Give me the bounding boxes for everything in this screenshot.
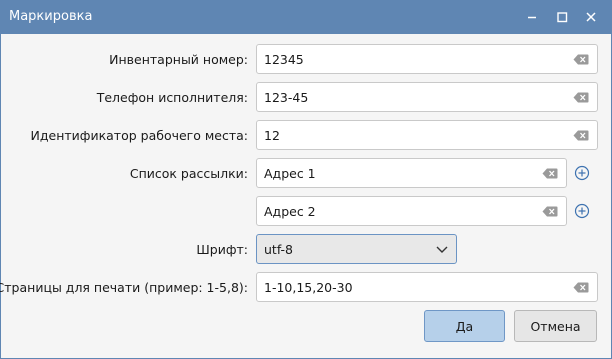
phone-label: Телефон исполнителя: [96, 90, 248, 105]
print-pages-label: Страницы для печати (пример: 1-5,8): [0, 280, 248, 295]
clear-icon[interactable] [542, 168, 558, 179]
title-bar[interactable]: Маркировка [1, 1, 611, 34]
font-select-value: utf-8 [264, 242, 294, 257]
print-pages-value[interactable]: 1-10,15,20-30 [264, 280, 353, 295]
clear-icon[interactable] [542, 206, 558, 217]
workplace-id-field[interactable]: 12 [256, 120, 598, 150]
minimize-button[interactable] [522, 7, 542, 27]
workplace-id-value[interactable]: 12 [264, 128, 280, 143]
mailing-list-label: Список рассылки: [129, 166, 248, 181]
print-pages-field[interactable]: 1-10,15,20-30 [256, 272, 598, 302]
mailing-address-field[interactable]: Адрес 1 [256, 158, 567, 188]
ok-button[interactable]: Да [424, 310, 505, 342]
add-address-icon[interactable] [573, 164, 591, 182]
font-label: Шрифт: [196, 242, 248, 257]
maximize-icon [557, 12, 568, 23]
clear-icon[interactable] [573, 282, 589, 293]
minimize-icon [528, 16, 536, 19]
inventory-number-value[interactable]: 12345 [264, 52, 304, 67]
inventory-number-label: Инвентарный номер: [109, 52, 248, 67]
mailing-address-value[interactable]: Адрес 2 [264, 204, 316, 219]
mailing-address-value[interactable]: Адрес 1 [264, 166, 316, 181]
inventory-number-field[interactable]: 12345 [256, 44, 598, 74]
close-button[interactable] [581, 7, 601, 27]
cancel-button[interactable]: Отмена [514, 310, 597, 342]
phone-value[interactable]: 123-45 [264, 90, 308, 105]
dialog-window: Маркировка Инвентарный номер: 12345 Теле… [0, 0, 612, 359]
clear-icon[interactable] [573, 130, 589, 141]
font-select[interactable]: utf-8 [256, 234, 457, 264]
phone-field[interactable]: 123-45 [256, 82, 598, 112]
mailing-address-field[interactable]: Адрес 2 [256, 196, 567, 226]
maximize-button[interactable] [552, 7, 572, 27]
clear-icon[interactable] [573, 92, 589, 103]
window-title: Маркировка [9, 9, 93, 24]
chevron-down-icon [436, 246, 448, 253]
clear-icon[interactable] [573, 54, 589, 65]
add-address-icon[interactable] [573, 202, 591, 220]
workplace-id-label: Идентификатор рабочего места: [30, 128, 248, 143]
close-icon [586, 12, 596, 22]
